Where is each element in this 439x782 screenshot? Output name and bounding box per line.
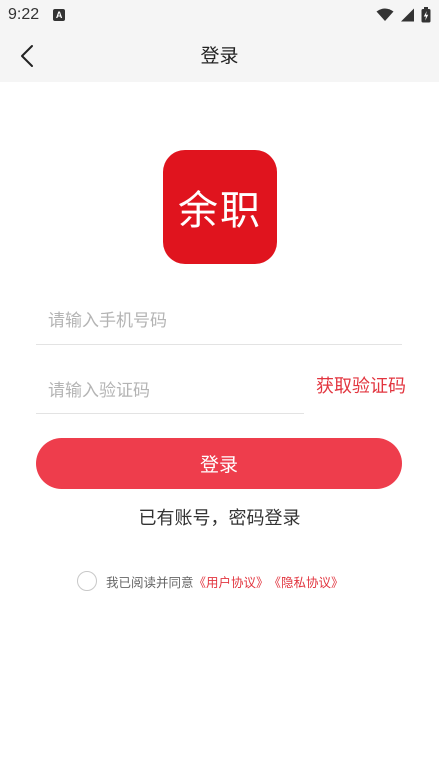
login-button-label: 登录 — [199, 454, 238, 476]
verification-code-input[interactable] — [36, 368, 304, 414]
get-code-button[interactable]: 获取验证码 — [304, 372, 406, 398]
back-button[interactable] — [14, 42, 40, 70]
signal-icon — [401, 8, 414, 22]
privacy-policy-link[interactable]: 《隐私协议》 — [269, 572, 344, 591]
password-login-row: 已有账号，密码登录 — [0, 504, 439, 530]
login-button[interactable]: 登录 — [36, 438, 402, 489]
nav-bar: 登录 — [0, 30, 439, 82]
code-divider — [36, 413, 304, 414]
status-time: 9:22 — [8, 6, 40, 23]
login-screen: 9:22 A 登录 余职 获取验证 — [0, 0, 439, 782]
phone-input[interactable] — [36, 298, 402, 344]
a-notification-icon: A — [53, 9, 66, 21]
status-bar: 9:22 A — [0, 0, 439, 30]
password-login-link[interactable]: 已有账号，密码登录 — [139, 508, 301, 529]
status-right — [376, 7, 431, 23]
chevron-left-icon — [21, 45, 33, 67]
wifi-icon — [376, 8, 394, 21]
app-logo: 余职 — [163, 150, 277, 264]
agreement-text: 我已阅读并同意 — [106, 574, 194, 590]
agreement-row: 我已阅读并同意 《用户协议》 《隐私协议》 — [77, 569, 344, 593]
agreement-checkbox[interactable] — [77, 571, 97, 591]
logo-text: 余职 — [178, 188, 262, 234]
phone-divider — [36, 344, 402, 345]
user-agreement-link[interactable]: 《用户协议》 — [194, 572, 269, 591]
battery-icon — [421, 7, 431, 23]
page-title: 登录 — [200, 45, 239, 67]
status-left: 9:22 A — [8, 6, 66, 24]
